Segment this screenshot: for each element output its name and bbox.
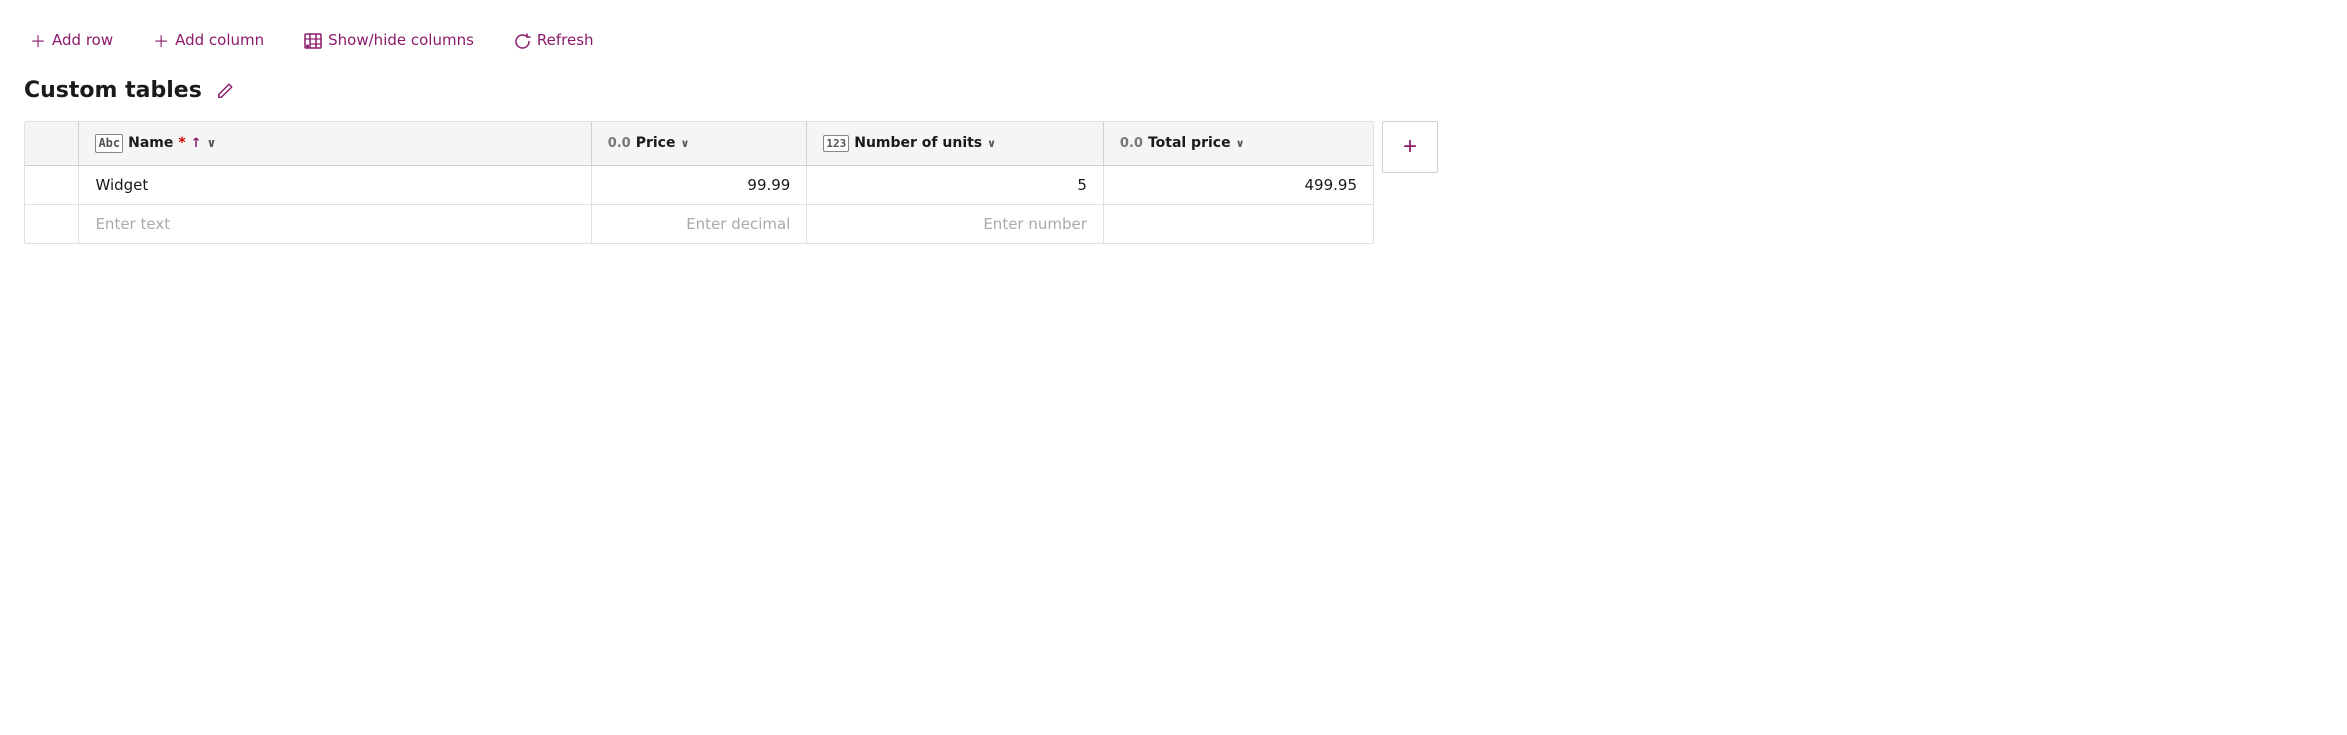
- name-sort-up-icon[interactable]: ↑: [191, 136, 202, 151]
- cell-units-value: 5: [1077, 176, 1087, 194]
- placeholder-name: Enter text: [95, 215, 170, 233]
- add-column-inline-button[interactable]: +: [1382, 121, 1438, 173]
- add-column-inline-icon: +: [1403, 133, 1417, 161]
- show-hide-label: Show/hide columns: [328, 31, 474, 49]
- add-row-button[interactable]: ＋ Add row: [24, 24, 119, 56]
- placeholder-price: Enter decimal: [686, 215, 790, 233]
- add-column-icon: ＋: [153, 28, 169, 52]
- table-wrapper: Abc Name * ↑ ∨ 0.0 Price ∨: [24, 121, 1374, 244]
- page-title-row: Custom tables: [24, 78, 2323, 103]
- units-dropdown-icon[interactable]: ∨: [987, 137, 996, 150]
- toolbar: ＋ Add row ＋ Add column Show/hide columns…: [24, 16, 2323, 68]
- name-col-label: Name: [128, 135, 173, 151]
- table-outer: Abc Name * ↑ ∨ 0.0 Price ∨: [24, 121, 2323, 244]
- cell-name[interactable]: Widget: [79, 165, 591, 204]
- price-col-label: Price: [636, 135, 676, 151]
- cell-price-value: 99.99: [747, 176, 790, 194]
- edit-title-button[interactable]: [212, 80, 238, 102]
- price-type-prefix: 0.0: [608, 136, 631, 151]
- units-type-icon: 123: [823, 135, 849, 152]
- cell-total-price-placeholder: [1103, 204, 1373, 243]
- cell-total-price[interactable]: 499.95: [1103, 165, 1373, 204]
- column-header-number-of-units[interactable]: 123 Number of units ∨: [807, 122, 1104, 165]
- table-header-row: Abc Name * ↑ ∨ 0.0 Price ∨: [25, 122, 1373, 165]
- show-hide-icon: [304, 31, 322, 50]
- column-header-price[interactable]: 0.0 Price ∨: [591, 122, 807, 165]
- show-hide-columns-button[interactable]: Show/hide columns: [298, 27, 480, 54]
- cell-name-placeholder[interactable]: Enter text: [79, 204, 591, 243]
- table-row: Widget 99.99 5 499.95: [25, 165, 1373, 204]
- add-row-icon: ＋: [30, 28, 46, 52]
- name-sort-dropdown-icon[interactable]: ∨: [207, 136, 217, 150]
- add-row-label: Add row: [52, 31, 113, 49]
- add-column-button[interactable]: ＋ Add column: [147, 24, 270, 56]
- refresh-icon: [514, 31, 531, 50]
- refresh-label: Refresh: [537, 31, 594, 49]
- refresh-button[interactable]: Refresh: [508, 27, 600, 54]
- row-selector-cell: [25, 165, 79, 204]
- cell-price[interactable]: 99.99: [591, 165, 807, 204]
- cell-units-placeholder[interactable]: Enter number: [807, 204, 1104, 243]
- total-price-type-prefix: 0.0: [1120, 136, 1143, 151]
- row-selector-header: [25, 122, 79, 165]
- total-price-dropdown-icon[interactable]: ∨: [1236, 137, 1245, 150]
- cell-units[interactable]: 5: [807, 165, 1104, 204]
- column-header-name[interactable]: Abc Name * ↑ ∨: [79, 122, 591, 165]
- edit-icon: [216, 82, 234, 100]
- cell-price-placeholder[interactable]: Enter decimal: [591, 204, 807, 243]
- add-column-label: Add column: [175, 31, 264, 49]
- data-table: Abc Name * ↑ ∨ 0.0 Price ∨: [25, 122, 1373, 243]
- cell-total-value: 499.95: [1305, 176, 1358, 194]
- name-required-star: *: [178, 135, 185, 151]
- new-row: Enter text Enter decimal Enter number: [25, 204, 1373, 243]
- units-col-label: Number of units: [854, 135, 982, 151]
- total-price-col-label: Total price: [1148, 135, 1231, 151]
- placeholder-units: Enter number: [983, 215, 1087, 233]
- name-type-icon: Abc: [95, 134, 123, 153]
- column-header-total-price[interactable]: 0.0 Total price ∨: [1103, 122, 1373, 165]
- page-title: Custom tables: [24, 78, 202, 103]
- cell-name-value: Widget: [95, 176, 148, 194]
- new-row-selector: [25, 204, 79, 243]
- price-dropdown-icon[interactable]: ∨: [680, 137, 689, 150]
